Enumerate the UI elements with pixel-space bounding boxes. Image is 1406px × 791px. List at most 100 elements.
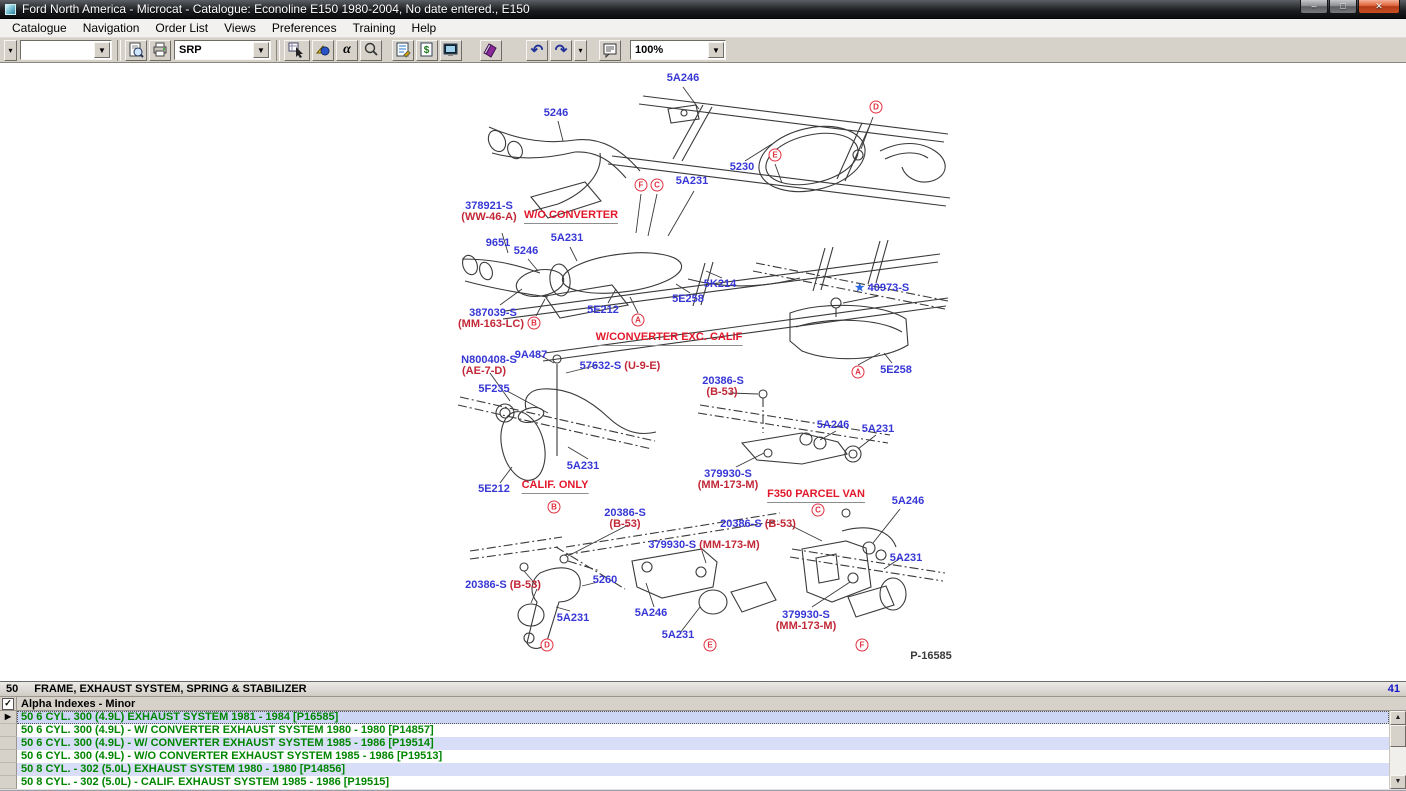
index-row[interactable]: ▶50 6 CYL. 300 (4.9L) EXHAUST SYSTEM 198… xyxy=(0,711,1406,724)
diagram-callout-D[interactable]: D xyxy=(870,101,883,114)
index-row-text: 50 6 CYL. 300 (4.9L) - W/O CONVERTER EXH… xyxy=(17,750,1389,763)
scroll-down-icon[interactable]: ▼ xyxy=(1390,775,1406,789)
menu-navigation[interactable]: Navigation xyxy=(75,19,148,37)
diagram-callout-B[interactable]: B xyxy=(528,317,541,330)
print-preview-icon[interactable] xyxy=(125,40,147,61)
diagram-label[interactable]: 5A246 xyxy=(635,608,667,619)
diagram-label[interactable]: (B-53) xyxy=(609,519,640,530)
diagram-label[interactable]: 5K214 xyxy=(704,279,736,290)
diagram-label[interactable]: (B-53) xyxy=(706,387,737,398)
diagram-callout-F[interactable]: F xyxy=(856,639,869,652)
index-row[interactable]: 50 6 CYL. 300 (4.9L) - W/ CONVERTER EXHA… xyxy=(0,737,1406,750)
diagram-label[interactable]: 5246 xyxy=(544,108,568,119)
diagram-canvas[interactable]: 5A246524652305A231378921-S(WW-46-A)W/O C… xyxy=(0,64,1406,681)
diagram-label[interactable]: 5A231 xyxy=(890,553,922,564)
diagram-label[interactable]: 5A231 xyxy=(662,630,694,641)
chevron-down-icon[interactable]: ▼ xyxy=(708,42,724,58)
zoom-combo[interactable]: 100% ▼ xyxy=(630,40,726,60)
diagram-label[interactable]: 20386-S (B-53) xyxy=(720,519,796,530)
menu-training[interactable]: Training xyxy=(345,19,404,37)
order-notes-icon[interactable] xyxy=(392,40,414,61)
index-row[interactable]: 50 6 CYL. 300 (4.9L) - W/ CONVERTER EXHA… xyxy=(0,724,1406,737)
diagram-label[interactable]: 5230 xyxy=(730,162,754,173)
parts-image-icon[interactable] xyxy=(312,40,334,61)
diagram-label[interactable]: 5E258 xyxy=(672,294,704,305)
diagram-callout-A[interactable]: A xyxy=(852,366,865,379)
diagram-label[interactable]: 5A246 xyxy=(892,496,924,507)
app-icon xyxy=(5,4,16,15)
diagram-label[interactable]: 5246 xyxy=(514,246,538,257)
diagram-label[interactable]: W/CONVERTER EXC. CALIF xyxy=(596,332,743,346)
scrollbar-thumb[interactable] xyxy=(1390,725,1406,747)
diagram-label[interactable]: ★ 40973-S xyxy=(855,283,910,294)
diagram-label[interactable]: 9A487 xyxy=(515,350,547,361)
diagram-callout-B[interactable]: B xyxy=(548,501,561,514)
diagram-label[interactable]: 5E212 xyxy=(587,305,619,316)
diagram-label[interactable]: (MM-163-LC) xyxy=(458,319,524,330)
menu-catalogue[interactable]: Catalogue xyxy=(4,19,75,37)
chevron-down-icon[interactable]: ▼ xyxy=(94,42,110,58)
diagram-label[interactable]: (AE-7-D) xyxy=(462,366,506,377)
vehicle-combo[interactable]: ▼ xyxy=(20,40,112,60)
index-row-text: 50 8 CYL. - 302 (5.0L) EXHAUST SYSTEM 19… xyxy=(17,763,1389,776)
menu-preferences[interactable]: Preferences xyxy=(264,19,345,37)
index-row[interactable]: 50 6 CYL. 300 (4.9L) - W/O CONVERTER EXH… xyxy=(0,750,1406,763)
diagram-label[interactable]: P-16585 xyxy=(910,651,952,662)
maximize-button[interactable]: □ xyxy=(1329,0,1357,14)
history-dropdown-icon[interactable]: ▾ xyxy=(4,40,17,61)
redo-dropdown-icon[interactable]: ▾ xyxy=(574,40,587,61)
diagram-label[interactable]: (MM-173-M) xyxy=(698,480,759,491)
diagram-label[interactable]: F350 PARCEL VAN xyxy=(767,489,865,503)
diagram-callout-A[interactable]: A xyxy=(632,314,645,327)
menu-views[interactable]: Views xyxy=(216,19,264,37)
screen-view-icon[interactable] xyxy=(440,40,462,61)
diagram-callout-C[interactable]: C xyxy=(651,179,664,192)
diagram-label[interactable]: 5A246 xyxy=(667,73,699,84)
diagram-label[interactable]: 57632-S (U-9-E) xyxy=(580,361,661,372)
diagram-label[interactable]: 9651 xyxy=(486,238,510,249)
diagram-callout-E[interactable]: E xyxy=(704,639,717,652)
alpha-index-checkbox[interactable]: ✓ xyxy=(2,698,14,710)
notes-icon[interactable] xyxy=(599,40,621,61)
index-row[interactable]: 50 8 CYL. - 302 (5.0L) EXHAUST SYSTEM 19… xyxy=(0,763,1406,776)
diagram-label[interactable]: 5A246 xyxy=(817,420,849,431)
diagram-label[interactable]: 20386-S (B-53) xyxy=(465,580,541,591)
diagram-label[interactable]: 5A231 xyxy=(551,233,583,244)
diagram-label[interactable]: 5E212 xyxy=(478,484,510,495)
diagram-label[interactable]: 5E258 xyxy=(880,365,912,376)
diagram-label[interactable]: 5F235 xyxy=(478,384,509,395)
order-pricing-icon[interactable]: $ xyxy=(416,40,438,61)
diagram-label[interactable]: 5A231 xyxy=(557,613,589,624)
diagram-label[interactable]: 379930-S (MM-173-M) xyxy=(648,540,759,551)
diagram-label[interactable]: (WW-46-A) xyxy=(461,212,516,223)
diagram-label[interactable]: 5A231 xyxy=(676,176,708,187)
graphical-index-icon[interactable] xyxy=(284,40,310,61)
diagram-label[interactable]: W/O CONVERTER xyxy=(524,210,618,224)
vertical-scrollbar[interactable]: ▲ ▼ xyxy=(1389,711,1406,789)
close-button[interactable]: ✕ xyxy=(1358,0,1400,14)
diagram-label[interactable]: 5A231 xyxy=(567,461,599,472)
diagram-label[interactable]: 5260 xyxy=(593,575,617,586)
diagram-label[interactable]: (MM-173-M) xyxy=(776,621,837,632)
price-combo[interactable]: SRP ▼ xyxy=(174,40,271,60)
diagram-label[interactable]: CALIF. ONLY xyxy=(522,480,589,494)
redo-icon[interactable]: ↷ xyxy=(550,40,572,61)
filter-checkbox-cell[interactable]: ✓ xyxy=(0,697,17,710)
alpha-index-icon[interactable]: α xyxy=(336,40,358,61)
print-icon[interactable] xyxy=(149,40,171,61)
undo-icon[interactable]: ↶ xyxy=(526,40,548,61)
diagram-label[interactable]: 5A231 xyxy=(862,424,894,435)
book-icon[interactable] xyxy=(480,40,502,61)
scroll-up-icon[interactable]: ▲ xyxy=(1390,711,1406,725)
diagram-callout-C[interactable]: C xyxy=(812,504,825,517)
diagram-callout-F[interactable]: F xyxy=(635,179,648,192)
index-row[interactable]: 50 8 CYL. - 302 (5.0L) - CALIF. EXHAUST … xyxy=(0,776,1406,789)
menu-help[interactable]: Help xyxy=(404,19,445,37)
svg-text:$: $ xyxy=(424,45,430,56)
chevron-down-icon[interactable]: ▼ xyxy=(253,42,269,58)
zoom-tool-icon[interactable] xyxy=(360,40,382,61)
diagram-callout-D[interactable]: D xyxy=(541,639,554,652)
diagram-callout-E[interactable]: E xyxy=(769,149,782,162)
menu-order-list[interactable]: Order List xyxy=(147,19,216,37)
minimize-button[interactable]: – xyxy=(1300,0,1328,14)
